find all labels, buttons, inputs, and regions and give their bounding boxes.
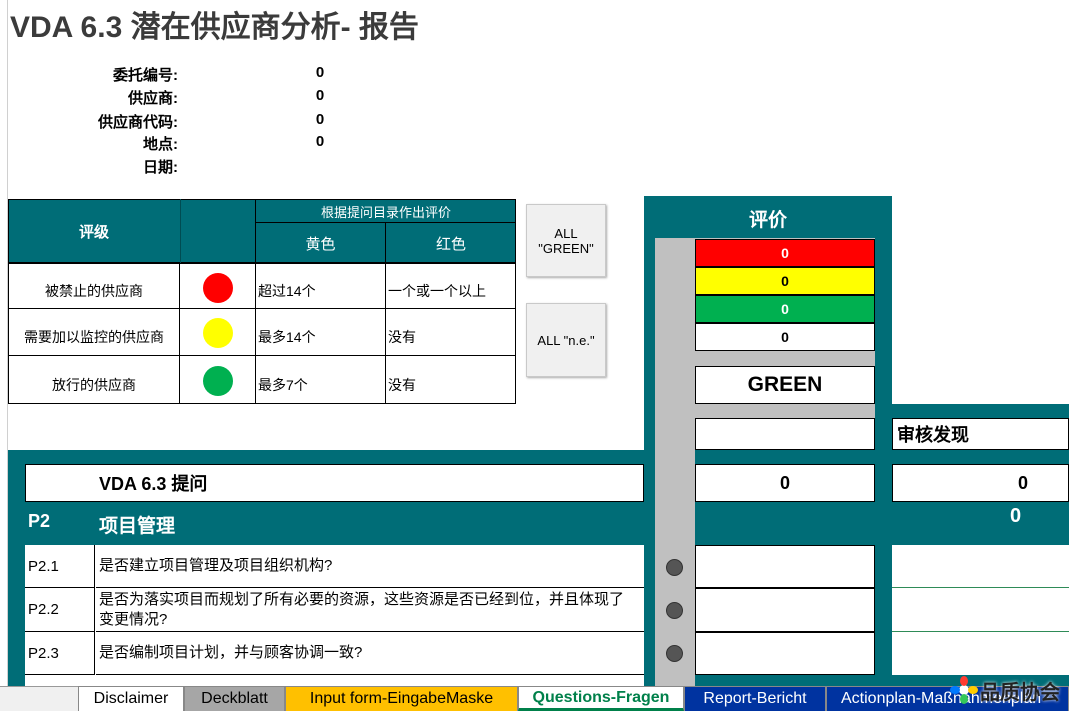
watermark-text: 品质协会 — [980, 679, 1060, 704]
green-status-icon — [203, 366, 233, 396]
rating-header-eval: 根据提问目录作出评价 — [320, 204, 451, 220]
question-status-icon[interactable] — [666, 602, 683, 619]
question-text: 是否为落实项目而规划了所有必要的资源，这些资源是否已经到位，并且体现了变更情况? — [96, 588, 644, 632]
green-count: 0 — [695, 295, 875, 323]
question-status-icon[interactable] — [666, 559, 683, 576]
audit-findings-header: 审核发现 — [892, 418, 1069, 450]
meta-label-date: 日期: — [143, 159, 178, 176]
evaluation-blank-cell — [695, 418, 875, 450]
watermark-logo: 品质协会 — [950, 672, 1069, 708]
vda-findings: 0 — [892, 464, 1069, 502]
logo-icon — [950, 676, 978, 704]
meta-label-supplier: 供应商: — [128, 90, 178, 107]
question-id: P2.1 — [25, 545, 95, 588]
all-ne-button[interactable]: ALL "n.e." — [526, 303, 606, 377]
rating-row-monitor-red: 没有 — [385, 308, 516, 356]
white-count: 0 — [695, 323, 875, 351]
meta-value-supplier[interactable]: 0 — [310, 87, 330, 104]
tab-report[interactable]: Report-Bericht — [684, 686, 826, 711]
rating-col-yellow: 黄色 — [305, 235, 336, 253]
question-rating-cell[interactable] — [695, 588, 875, 632]
section-title: 项目管理 — [99, 516, 176, 537]
vda-score: 0 — [695, 464, 875, 502]
question-rating-cell[interactable] — [695, 632, 875, 675]
rating-row-released-red: 没有 — [385, 355, 516, 404]
page-title: VDA 6.3 潜在供应商分析- 报告 — [10, 11, 419, 44]
evaluation-title: 评价 — [748, 209, 787, 231]
section-id: P2 — [28, 511, 51, 531]
rating-row-released-label: 放行的供应商 — [8, 355, 180, 404]
tab-input-form[interactable]: Input form-EingabeMaske — [285, 686, 518, 711]
rating-row-prohibited-red: 一个或一个以上 — [385, 263, 516, 309]
rating-row-prohibited-yellow: 超过14个 — [255, 263, 386, 309]
meta-label-supplier-code: 供应商代码: — [98, 114, 178, 131]
question-status-icon[interactable] — [666, 645, 683, 662]
rating-row-released-yellow: 最多7个 — [255, 355, 386, 404]
question-id: P2.3 — [25, 632, 95, 675]
vda-questions-header: VDA 6.3 提问 — [99, 474, 208, 494]
yellow-count: 0 — [695, 267, 875, 295]
tab-deckblatt[interactable]: Deckblatt — [184, 686, 285, 711]
question-text: 是否建立项目管理及项目组织机构? — [96, 545, 644, 588]
tab-questions[interactable]: Questions-Fragen — [518, 686, 684, 711]
yellow-status-icon — [203, 318, 233, 348]
question-rating-cell[interactable] — [695, 545, 875, 588]
rating-row-monitor-yellow: 最多14个 — [255, 308, 386, 356]
question-findings-cell[interactable] — [892, 588, 1069, 632]
section-findings: 0 — [1010, 505, 1022, 527]
meta-value-order[interactable]: 0 — [310, 64, 330, 81]
row-header-strip — [0, 0, 8, 690]
question-findings-cell[interactable] — [892, 632, 1069, 675]
meta-value-supplier-code[interactable]: 0 — [310, 111, 330, 128]
meta-label-location: 地点: — [143, 136, 178, 153]
question-findings-cell[interactable] — [892, 545, 1069, 588]
rating-header-label: 评级 — [78, 223, 109, 241]
rating-row-monitor-label: 需要加以监控的供应商 — [8, 308, 180, 356]
meta-label-order: 委托编号: — [113, 67, 178, 84]
tab-disclaimer[interactable]: Disclaimer — [78, 686, 184, 711]
question-id: P2.2 — [25, 588, 95, 632]
all-green-button[interactable]: ALL "GREEN" — [526, 204, 606, 277]
rating-row-prohibited-label: 被禁止的供应商 — [8, 263, 180, 309]
rating-col-red: 红色 — [435, 235, 466, 253]
meta-value-location[interactable]: 0 — [310, 133, 330, 150]
overall-result: GREEN — [695, 366, 875, 404]
red-count: 0 — [695, 239, 875, 267]
red-status-icon — [203, 273, 233, 303]
question-text: 是否编制项目计划，并与顾客协调一致? — [96, 632, 644, 675]
